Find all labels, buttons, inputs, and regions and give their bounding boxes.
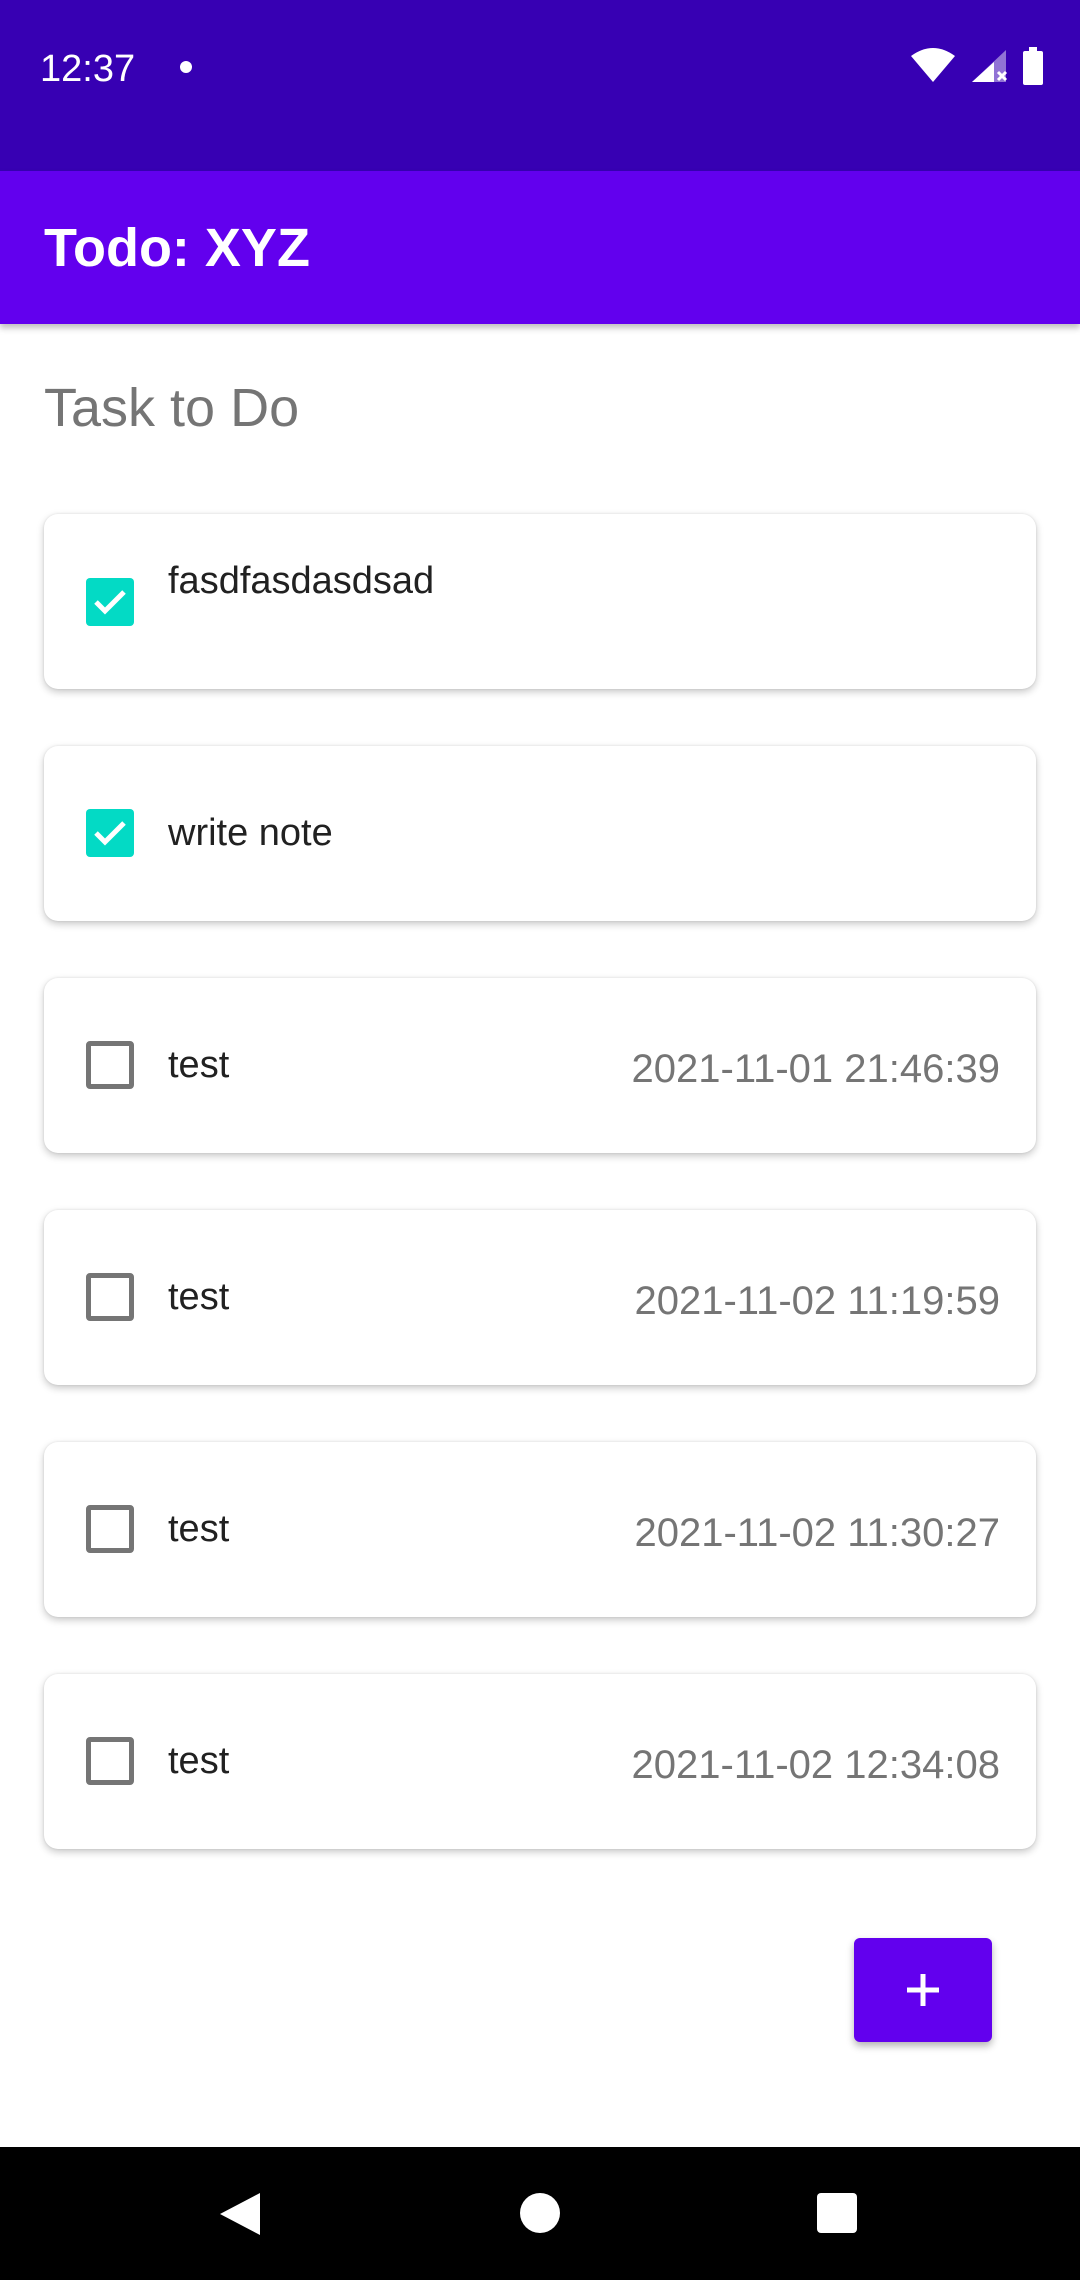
battery-icon — [1022, 46, 1044, 90]
task-card[interactable]: test 2021-11-01 21:46:39 — [44, 978, 1036, 1153]
task-date: 2021-11-02 12:34:08 — [631, 1743, 1000, 1787]
task-label: test — [168, 1044, 230, 1086]
app-bar: Todo: XYZ — [0, 171, 1080, 324]
task-label: test — [168, 1508, 230, 1550]
task-card[interactable]: write note — [44, 746, 1036, 921]
add-task-button[interactable] — [854, 1938, 992, 2042]
task-checkbox[interactable] — [86, 1041, 134, 1089]
section-title: Task to Do — [44, 378, 300, 438]
task-card[interactable]: test 2021-11-02 11:19:59 — [44, 1210, 1036, 1385]
cell-signal-icon — [970, 48, 1008, 89]
task-label: write note — [168, 812, 333, 854]
task-checkbox[interactable] — [86, 578, 134, 626]
task-date: 2021-11-02 11:30:27 — [634, 1511, 1001, 1555]
task-checkbox[interactable] — [86, 809, 134, 857]
home-icon[interactable] — [520, 2193, 560, 2233]
notification-dot-icon — [180, 61, 192, 73]
task-card[interactable]: test 2021-11-02 11:30:27 — [44, 1442, 1036, 1617]
navigation-bar — [0, 2147, 1080, 2280]
wifi-icon — [910, 47, 956, 89]
task-label: fasdfasdasdsad — [168, 560, 435, 602]
back-icon[interactable] — [218, 2191, 262, 2242]
task-label: test — [168, 1740, 230, 1782]
task-card[interactable]: fasdfasdasdsad — [44, 514, 1036, 689]
recents-icon[interactable] — [817, 2193, 857, 2233]
status-bar: 12:37 — [0, 0, 1080, 171]
status-icons — [910, 46, 1044, 90]
task-label: test — [168, 1276, 230, 1318]
task-checkbox[interactable] — [86, 1505, 134, 1553]
task-checkbox[interactable] — [86, 1737, 134, 1785]
task-date: 2021-11-01 21:46:39 — [631, 1047, 1000, 1091]
status-time: 12:37 — [40, 48, 136, 90]
task-date: 2021-11-02 11:19:59 — [634, 1279, 1001, 1323]
task-checkbox[interactable] — [86, 1273, 134, 1321]
task-card[interactable]: test 2021-11-02 12:34:08 — [44, 1674, 1036, 1849]
task-list: fasdfasdasdsad write note test 2021-11-0… — [44, 514, 1036, 1906]
page-title: Todo: XYZ — [44, 218, 310, 278]
